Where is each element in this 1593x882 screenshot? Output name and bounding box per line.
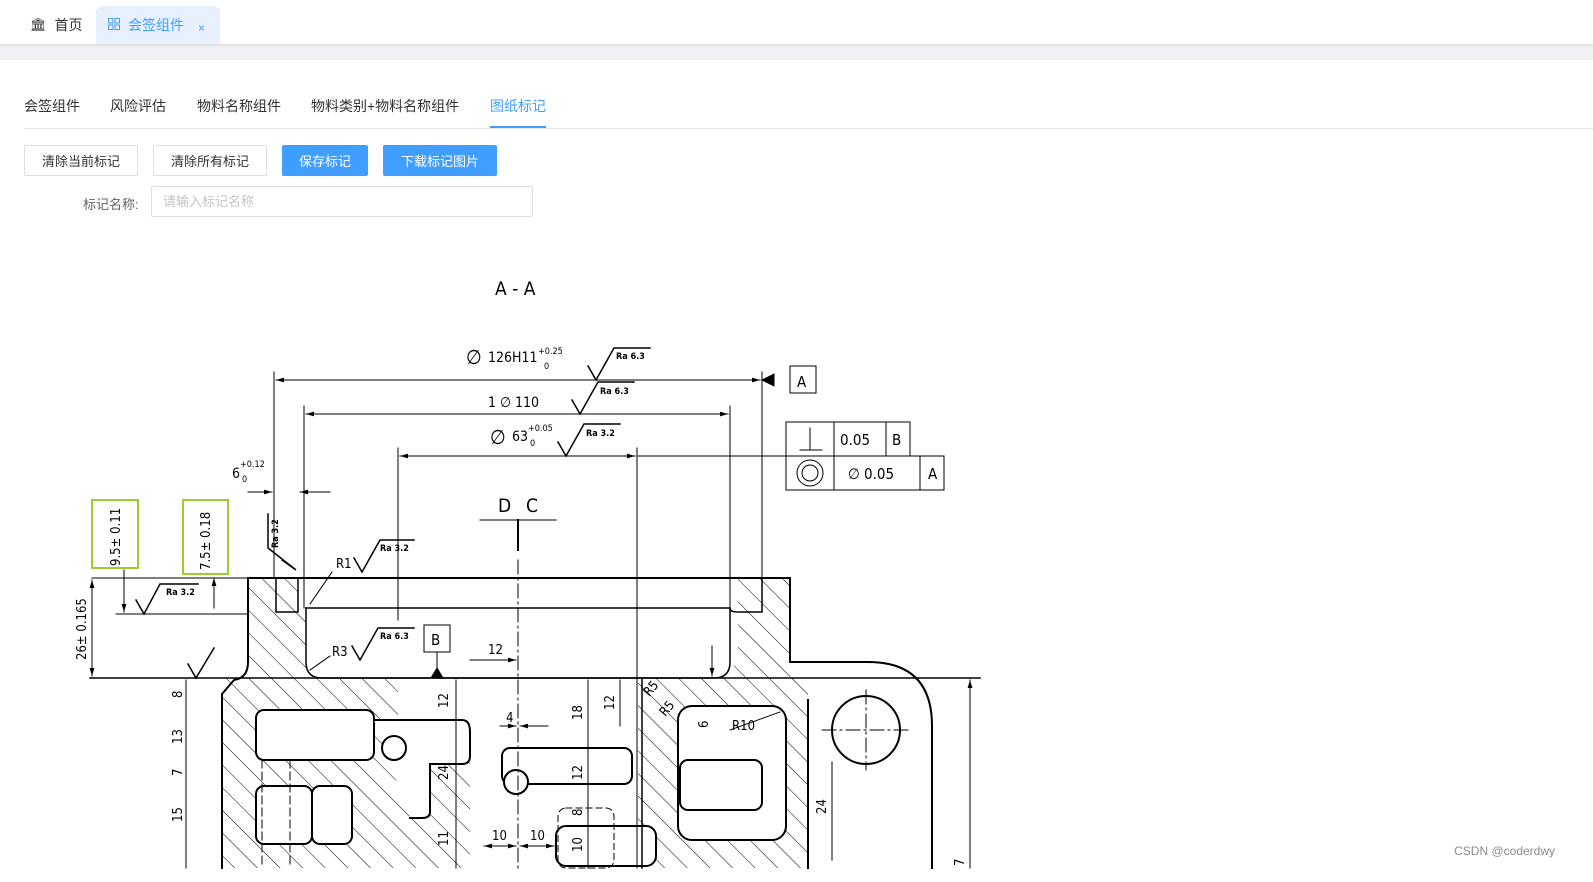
watermark: CSDN @coderdwy [1454,844,1555,858]
roughness-label-3: Ra 3.2 [586,429,615,439]
dim-6-tol-lower: 0 [242,475,247,485]
gdt-frames [423,365,945,679]
tab-home-label: 首页 [54,17,83,33]
active-tab-indicator [490,126,546,128]
dim-26: 26± 0.165 [75,598,90,660]
mark-name-label: 标记名称: [83,197,139,212]
roughness-labels: Ra 6.3 Ra 6.3 Ra 3.2 Ra 3.2 Ra 6.3 Ra 3.… [166,352,645,642]
fcf-perp-datum: B [892,431,901,449]
dim-10-b: 10 [530,829,545,844]
download-mark-image-button[interactable]: 下载标记图片 [383,145,497,176]
dim-6: 6 [232,466,240,482]
roughness-label-5: Ra 6.3 [380,632,409,642]
dim-4: 4 [506,711,513,726]
roughness-label-2: Ra 6.3 [600,387,629,397]
dim-63-tol-upper: +0.05 [528,424,553,434]
dim-7-right: 7 [953,859,968,866]
user-marks[interactable]: 9.5± 0.11 7.5± 0.18 [91,499,229,575]
dim-12-right: 12 [603,695,618,710]
r3-label: R3 [332,645,348,660]
clear-current-mark-button[interactable]: 清除当前标记 [24,145,138,176]
dim-main-dia: 126H11 [488,350,538,366]
roughness-label-1: Ra 6.3 [616,352,645,362]
diameter-icon: ∅ [466,345,482,369]
dim-6-right: 6 [697,721,712,728]
mark-dim-2: 7.5± 0.18 [199,512,214,570]
dim-11: 11 [437,831,452,846]
dim-7: 7 [171,769,186,776]
fcf-perp-value: 0.05 [840,431,870,449]
roughness-label-7: Ra 3.2 [271,519,281,548]
subtab-drawing-mark[interactable]: 图纸标记 [490,96,546,116]
subtab-risk-assessment[interactable]: 风险评估 [110,96,166,116]
dim-63-tol-lower: 0 [530,439,535,449]
diameter-icon-2: ∅ [490,425,506,449]
dim-12-top: 12 [488,643,503,658]
clear-all-marks-button[interactable]: 清除所有标记 [153,145,267,176]
sub-tab-bar: 会签组件 风险评估 物料名称组件 物料类别+物料名称组件 图纸标记 [24,88,1593,129]
home-icon: 🏛 [30,17,47,32]
dim-63: 63 [512,429,528,445]
view-d-label: D [498,495,511,517]
subtab-countersign[interactable]: 会签组件 [24,96,80,116]
dim-12-mid: 12 [571,765,586,780]
subtab-material-name[interactable]: 物料名称组件 [197,96,281,116]
fcf-conc-datum: A [928,465,938,483]
dim-8: 8 [171,691,186,698]
dim-main-tol-upper: +0.25 [538,347,563,357]
datum-b: B [431,631,440,649]
roughness-label-6: Ra 3.2 [166,588,195,598]
r10-label: R10 [732,719,755,734]
roughness-label-4: Ra 3.2 [380,544,409,554]
dim-24-left: 24 [437,765,452,780]
mark-name-input[interactable] [151,186,533,217]
dim-6-tol-upper: +0.12 [240,460,265,470]
mark-dim-1: 9.5± 0.11 [109,508,124,566]
dim-10-a: 10 [492,829,507,844]
tab-bar: 🏛 首页 会签组件 × [0,0,1593,44]
tab-countersign-label: 会签组件 [128,17,184,33]
view-c-label: C [526,495,538,517]
section-title: A - A [495,278,536,300]
dim-18: 18 [571,705,586,720]
dim-15: 15 [171,807,186,822]
fcf-conc-value: ∅ 0.05 [848,465,894,483]
dim-13: 13 [171,729,186,744]
r1-label: R1 [336,557,352,572]
datum-a: A [797,373,807,391]
engineering-drawing[interactable]: A - A ∅ 126H11 +0.25 0 1 ∅ 110 ∅ 63 +0.0… [0,230,1593,882]
dim-110: 1 ∅ 110 [488,395,539,411]
dim-10-c: 10 [571,837,586,852]
dim-main-tol-lower: 0 [544,362,549,372]
grid-icon [108,17,120,33]
close-icon[interactable]: × [198,21,205,35]
tab-countersign[interactable]: 会签组件 × [96,6,220,44]
content-gap [0,44,1593,60]
dim-24-right: 24 [815,799,830,814]
subtab-material-category-name[interactable]: 物料类别+物料名称组件 [311,96,459,116]
dim-12-left: 12 [437,693,452,708]
save-mark-button[interactable]: 保存标记 [282,145,368,176]
dim-8-b: 8 [571,809,586,816]
tab-home[interactable]: 🏛 首页 [18,6,95,44]
